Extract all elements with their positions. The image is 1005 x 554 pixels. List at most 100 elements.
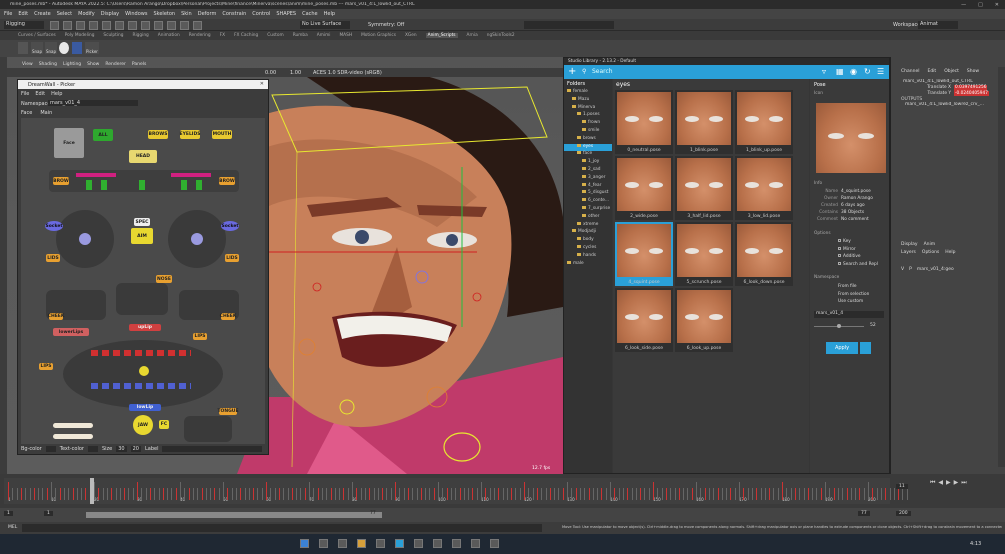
- goto-end-icon[interactable]: ⏭: [961, 479, 966, 489]
- range-start-field[interactable]: 1: [4, 511, 13, 516]
- sphere-icon[interactable]: [59, 42, 69, 54]
- maximize-icon[interactable]: □: [978, 2, 983, 8]
- menu-shapes[interactable]: SHAPES: [276, 11, 296, 17]
- folder-item[interactable]: Mazu: [564, 96, 612, 105]
- brow-ctrl-4[interactable]: [181, 180, 187, 190]
- picker-eyelids-button[interactable]: EYELIDS: [180, 130, 200, 139]
- menu-constrain[interactable]: Constrain: [222, 11, 246, 17]
- workspace-dropdown[interactable]: Animat: [918, 21, 958, 29]
- save-scene-icon[interactable]: [63, 21, 72, 30]
- step-forward-icon[interactable]: ▶: [954, 479, 959, 489]
- picker-upper-lip-button[interactable]: upLip: [129, 324, 161, 331]
- shelf-tab-amimi[interactable]: Amimi: [317, 33, 331, 38]
- shelf-tab-ngskintools[interactable]: ngSkinTools2: [487, 33, 515, 38]
- pose-thumbnail[interactable]: 1_blink.pose: [675, 90, 733, 154]
- menu-skin[interactable]: Skin: [181, 11, 192, 17]
- range-inner-start-field[interactable]: 1: [44, 511, 53, 516]
- picker-menu-edit[interactable]: Edit: [35, 91, 45, 97]
- namespace-radio[interactable]: From file: [838, 284, 888, 292]
- brow-right-bar[interactable]: [171, 173, 211, 177]
- folder-item[interactable]: 5_disgust: [564, 190, 612, 198]
- minimize-icon[interactable]: —: [961, 2, 966, 8]
- app-icon-7[interactable]: [471, 539, 480, 548]
- folder-item[interactable]: 6_conte...: [564, 198, 612, 206]
- live-surface-field[interactable]: No Live Surface: [300, 21, 350, 29]
- step-back-icon[interactable]: ◀: [938, 479, 943, 489]
- folder-item[interactable]: frown: [564, 120, 612, 128]
- layer-tab-display[interactable]: Display: [901, 242, 918, 247]
- goto-start-icon[interactable]: ⏮: [930, 479, 935, 489]
- folder-item[interactable]: 1_joy: [564, 159, 612, 167]
- pose-thumbnail[interactable]: 6_look_down.pose: [735, 222, 793, 286]
- open-scene-icon[interactable]: [50, 21, 59, 30]
- text-color-swatch[interactable]: [87, 446, 98, 452]
- studio-library-icon[interactable]: [72, 42, 82, 54]
- picker-aim-button[interactable]: AIM: [131, 228, 153, 244]
- namespace-radio[interactable]: From selection: [838, 292, 888, 300]
- pose-thumbnail[interactable]: 0_neutral.pose: [615, 90, 673, 154]
- vp-menu-show[interactable]: Show: [87, 62, 99, 67]
- close-icon[interactable]: ✕: [995, 2, 999, 8]
- snap-curve-icon[interactable]: [154, 21, 163, 30]
- picker-lids-right-button[interactable]: LIDS: [225, 254, 239, 262]
- folder-item[interactable]: other: [564, 213, 612, 222]
- lower-lip-controls[interactable]: [91, 383, 191, 389]
- pose-thumbnail[interactable]: 3_low_lid.pose: [735, 156, 793, 220]
- picker-tab-main[interactable]: Main: [40, 110, 52, 116]
- pose-thumbnail[interactable]: 4_squint.pose: [615, 222, 673, 286]
- folder-item[interactable]: cycles: [564, 244, 612, 253]
- menu-select[interactable]: Select: [57, 11, 72, 17]
- picker-lips-right-button[interactable]: LIPS: [193, 333, 207, 340]
- layout-icon[interactable]: ▦: [836, 67, 844, 76]
- filter-icon[interactable]: ▿: [822, 67, 826, 76]
- shelf-tab-arnia[interactable]: Arnia: [467, 33, 478, 38]
- picker-lower-lip-button[interactable]: lowLip: [129, 404, 161, 411]
- picker-lids-left-button[interactable]: LIDS: [46, 254, 60, 262]
- picker-brow-left-button[interactable]: BROW: [53, 177, 69, 185]
- cb-menu-object[interactable]: Object: [944, 69, 959, 74]
- shelf-tab-poly[interactable]: Poly Modeling: [65, 33, 95, 38]
- shelf-tab-xgen[interactable]: XGen: [405, 33, 417, 38]
- apply-options-icon[interactable]: [860, 342, 871, 354]
- picker-all-button[interactable]: ALL: [93, 129, 113, 141]
- shelf-tab-anim-scripts[interactable]: Anim_Scripts: [425, 33, 458, 38]
- app-icon-3[interactable]: [376, 539, 385, 548]
- brow-ctrl-2[interactable]: [101, 180, 107, 190]
- select-hierarchy-icon[interactable]: [102, 21, 111, 30]
- shelf-tab-animation[interactable]: Animation: [158, 33, 180, 38]
- picker-brow-right-button[interactable]: BROW: [219, 177, 235, 185]
- shelf-tab-fx-caching[interactable]: FX Caching: [234, 33, 258, 38]
- menu-help[interactable]: Help: [324, 11, 335, 17]
- shelf-tool-icon[interactable]: [18, 42, 28, 54]
- menu-deform[interactable]: Deform: [198, 11, 217, 17]
- pose-thumbnail[interactable]: 5_scrunch.pose: [675, 222, 733, 286]
- picker-nose-button[interactable]: NOSE: [156, 275, 172, 283]
- vp-menu-renderer[interactable]: Renderer: [105, 62, 126, 67]
- ipr-render-icon[interactable]: [193, 21, 202, 30]
- pose-thumbnail[interactable]: 2_wide.pose: [615, 156, 673, 220]
- folder-icon[interactable]: [357, 539, 366, 548]
- layer-menu-layers[interactable]: Layers: [901, 250, 916, 255]
- app-icon-1[interactable]: [319, 539, 328, 548]
- brow-ctrl-3[interactable]: [139, 180, 145, 190]
- menu-modify[interactable]: Modify: [78, 11, 95, 17]
- snap-grid-icon[interactable]: [141, 21, 150, 30]
- pose-thumbnail[interactable]: 1_blink_up.pose: [735, 90, 793, 154]
- folder-item[interactable]: Modjadji: [564, 229, 612, 237]
- layer-row[interactable]: V P mars_v01_4:geo: [901, 267, 954, 272]
- size-w-field[interactable]: 30: [116, 446, 127, 452]
- brow-ctrl-5[interactable]: [196, 180, 202, 190]
- picker-menu-file[interactable]: File: [21, 91, 29, 97]
- picker-tab-face[interactable]: Face: [21, 110, 32, 116]
- symmetry-dropdown[interactable]: Symmetry: Off: [368, 22, 404, 28]
- folder-item[interactable]: female: [564, 89, 612, 97]
- namespace-radio[interactable]: Use custom: [838, 299, 888, 307]
- upper-lip-controls[interactable]: [91, 350, 191, 356]
- app-icon-4[interactable]: [414, 539, 423, 548]
- time-ruler[interactable]: 1102030405060708090100110120130140150160…: [4, 478, 908, 504]
- picker-close-icon[interactable]: ✕: [260, 81, 264, 87]
- cb-menu-show[interactable]: Show: [967, 69, 979, 74]
- range-bar[interactable]: [86, 512, 382, 518]
- vp-menu-panels[interactable]: Panels: [132, 62, 146, 67]
- teeth-lower-control[interactable]: [53, 434, 93, 439]
